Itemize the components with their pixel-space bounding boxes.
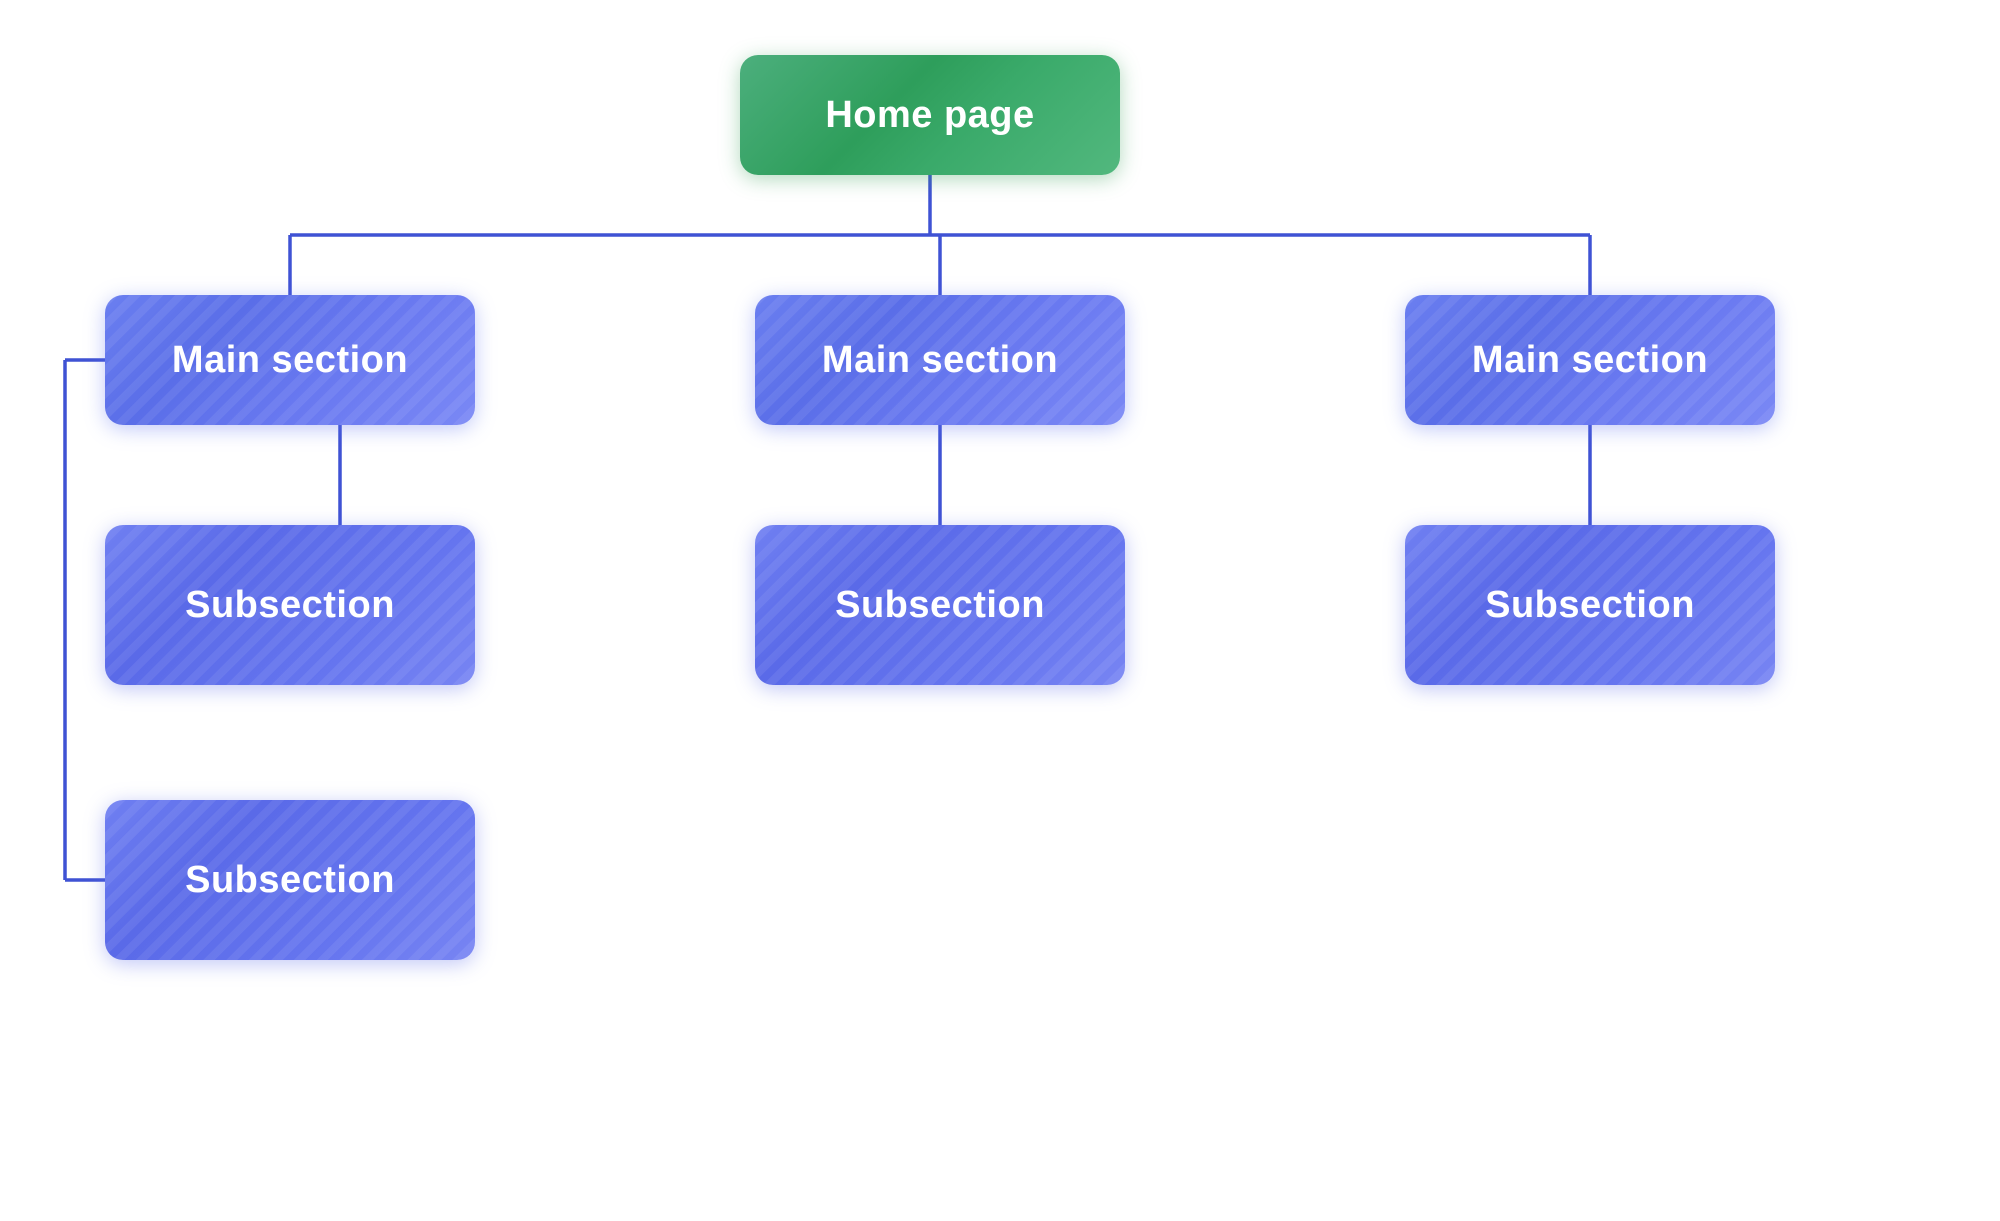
main-section-label-2: Main section (802, 329, 1078, 392)
subsection-node-1a: Subsection (105, 525, 475, 685)
subsection-node-2: Subsection (755, 525, 1125, 685)
diagram: Home page Main section Main section Main… (0, 0, 2000, 1221)
subsection-label-3: Subsection (1465, 574, 1715, 637)
subsection-label-1a: Subsection (165, 574, 415, 637)
main-section-node-2: Main section (755, 295, 1125, 425)
subsection-label-1b: Subsection (165, 849, 415, 912)
main-section-node-3: Main section (1405, 295, 1775, 425)
home-page-label: Home page (805, 84, 1054, 147)
home-page-node: Home page (740, 55, 1120, 175)
subsection-label-2: Subsection (815, 574, 1065, 637)
subsection-node-1b: Subsection (105, 800, 475, 960)
main-section-node-1: Main section (105, 295, 475, 425)
subsection-node-3: Subsection (1405, 525, 1775, 685)
main-section-label-1: Main section (152, 329, 428, 392)
main-section-label-3: Main section (1452, 329, 1728, 392)
